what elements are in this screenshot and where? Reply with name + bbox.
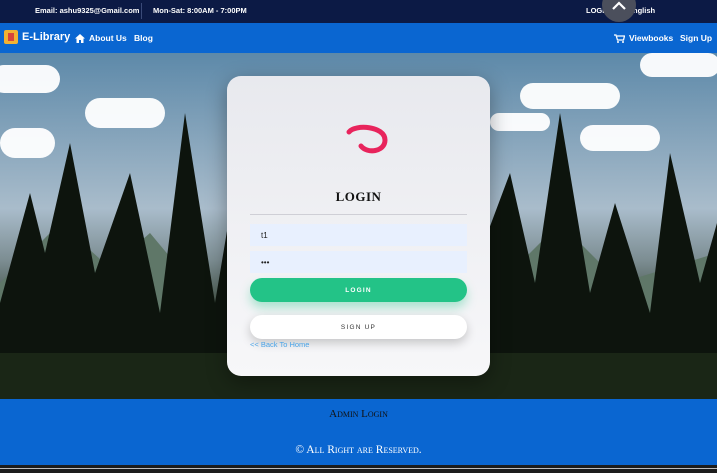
nav-blog-label: Blog [134,33,153,43]
main-navbar: E-Library About Us Blog Viewbooks Sign U… [0,23,717,53]
divider [141,3,142,19]
copyright-text: © All Right are Reserved. [295,444,422,456]
home-icon [75,33,85,43]
bottom-strip [0,465,717,473]
nav-blog[interactable]: Blog [134,33,153,43]
library-logo-icon [4,30,18,44]
username-input[interactable] [250,224,467,246]
nav-signup[interactable]: Sign Up [680,33,712,43]
login-card: LOGIN LOGIN SIGN UP << Back To Home [227,76,490,376]
top-info-bar: Email: ashu9325@Gmail.com Mon-Sat: 8:00A… [0,0,717,23]
footer: Admin Login © All Right are Reserved. [0,399,717,465]
login-button[interactable]: LOGIN [250,278,467,302]
close-button[interactable] [602,0,636,22]
brand-name: E-Library [22,31,71,43]
nav-signup-label: Sign Up [680,33,713,43]
password-input[interactable] [250,251,467,273]
nav-viewbooks[interactable]: Viewbooks [614,33,673,43]
divider [250,214,467,215]
back-to-home-link[interactable]: << Back To Home [250,340,309,349]
chevron-up-icon [612,1,626,10]
signup-button[interactable]: SIGN UP [250,315,467,339]
brand-link[interactable]: E-Library [4,30,70,44]
nav-about-us[interactable]: About Us [75,33,127,43]
nav-viewbooks-label: Viewbooks [629,33,674,43]
login-title: LOGIN [335,189,382,204]
admin-login-link[interactable]: Admin Login [0,408,717,420]
cart-icon [614,33,625,43]
contact-email: Email: ashu9325@Gmail.com [35,6,140,15]
business-hours: Mon-Sat: 8:00AM - 7:00PM [153,6,247,15]
brand-logo-icon [346,124,388,154]
nav-about-label: About Us [89,33,127,43]
